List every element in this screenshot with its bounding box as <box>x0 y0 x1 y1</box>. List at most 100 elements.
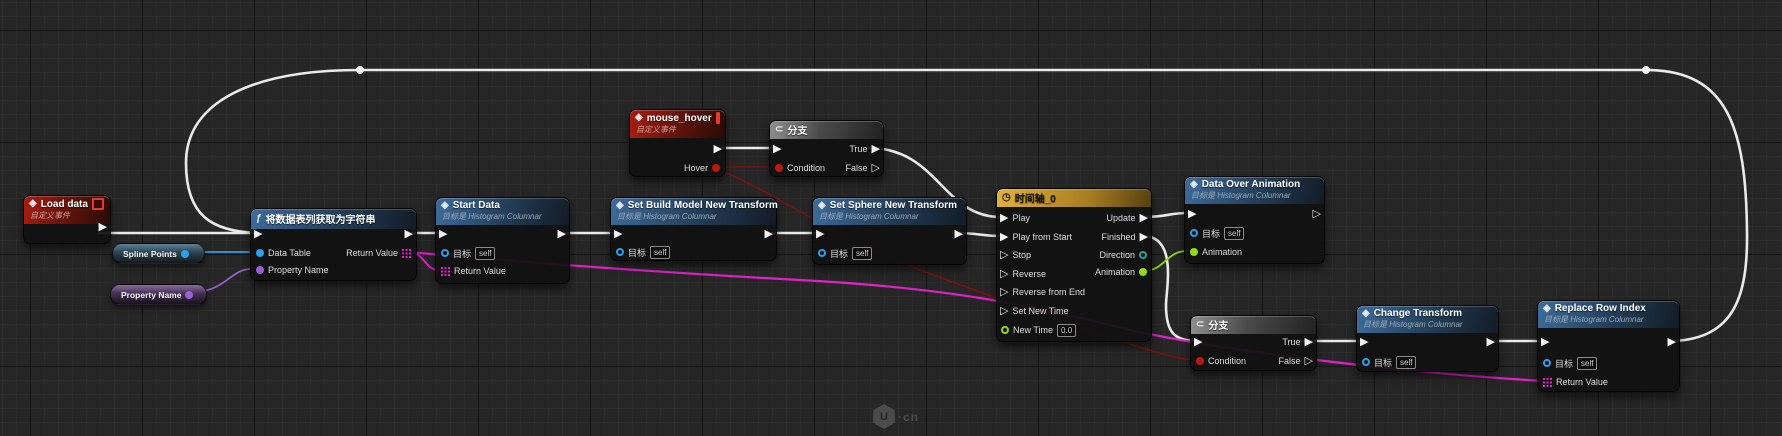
pin-false[interactable]: False ▷ <box>1279 354 1313 368</box>
function-call-icon: ◈ <box>441 199 449 211</box>
target-value-box[interactable]: self <box>1224 226 1245 240</box>
pin-property-name[interactable]: Property Name <box>256 263 329 277</box>
pin-hover[interactable]: Hover <box>684 161 720 175</box>
pin-exec-out[interactable]: ▶ <box>99 220 107 234</box>
node-subtitle: 目标是 Histogram Columnar <box>1544 315 1644 324</box>
pin-return-value[interactable]: Return Value <box>1543 375 1608 389</box>
pin-exec-in[interactable]: ▶ <box>254 227 262 241</box>
pin-true[interactable]: True ▶ <box>849 142 880 156</box>
blueprint-graph-canvas[interactable]: ◈ Load data 自定义事件 ▶ Spline Points Proper… <box>0 0 1782 436</box>
pin-target[interactable]: 目标 self <box>1543 356 1598 370</box>
node-header[interactable]: ◈ mouse_hover 自定义事件 <box>630 110 725 138</box>
target-value-box[interactable]: self <box>1396 355 1417 369</box>
pin-set-new-time[interactable]: ▷ Set New Time <box>1000 304 1069 318</box>
name-pin-icon[interactable] <box>185 290 194 299</box>
pin-return-value[interactable]: Return Value <box>441 264 506 278</box>
target-value-box[interactable]: self <box>475 246 496 260</box>
pin-update[interactable]: Update ▶ <box>1107 211 1149 225</box>
pin-target[interactable]: 目标 self <box>616 245 671 259</box>
reroute-node-right[interactable] <box>1642 66 1650 74</box>
target-value-box[interactable]: self <box>650 245 671 259</box>
exec-pin-icon: ▶ <box>98 220 107 233</box>
event-flag-icon[interactable] <box>715 112 720 124</box>
pin-exec-out[interactable]: ▶ <box>1668 335 1676 349</box>
target-value-box[interactable]: self <box>852 246 873 260</box>
reroute-node-left[interactable] <box>356 66 364 74</box>
node-start-data[interactable]: ◈ Start Data 目标是 Histogram Columnar ▶ ▶ … <box>435 197 570 284</box>
node-load-data-header[interactable]: ◈ Load data 自定义事件 <box>24 196 110 224</box>
node-header[interactable]: ◈ Change Transform 目标是 Histogram Columna… <box>1357 306 1498 333</box>
pin-label: Return Value <box>454 266 506 276</box>
event-flag-icon[interactable] <box>92 198 104 210</box>
pin-label: Stop <box>1012 250 1031 260</box>
pin-exec-out[interactable]: ▶ <box>558 227 566 241</box>
node-header[interactable]: ◷ 时间轴_0 <box>997 189 1151 207</box>
pin-finished[interactable]: Finished ▶ <box>1102 230 1149 244</box>
node-branch-1[interactable]: ⊂ 分支 ▶ Condition True ▶ False ▷ <box>769 120 884 177</box>
pin-data-table[interactable]: Data Table <box>256 246 311 260</box>
pin-exec-out[interactable]: ▶ <box>714 142 722 156</box>
pin-false[interactable]: False ▷ <box>846 161 880 175</box>
node-header[interactable]: ƒ 将数据表列获取为字符串 <box>251 209 416 229</box>
pin-label: Finished <box>1101 232 1136 242</box>
pin-return-value[interactable]: Return Value <box>346 246 411 260</box>
node-header[interactable]: ◈ Set Build Model New Transform 目标是 Hist… <box>611 198 778 225</box>
node-spline-points[interactable]: Spline Points <box>112 243 205 264</box>
node-header[interactable]: ⊂ 分支 <box>770 121 883 139</box>
pin-condition[interactable]: Condition <box>1196 354 1246 368</box>
pin-exec-out[interactable]: ▷ <box>1313 207 1321 221</box>
exec-pin-icon: ▶ <box>254 227 263 240</box>
node-mouse-hover[interactable]: ◈ mouse_hover 自定义事件 ▶ Hover <box>629 109 726 177</box>
pin-condition[interactable]: Condition <box>775 161 825 175</box>
pin-exec-out[interactable]: ▶ <box>1487 335 1495 349</box>
node-property-name[interactable]: Property Name <box>110 284 207 305</box>
pin-exec-in[interactable]: ▶ <box>1541 335 1549 349</box>
node-change-transform[interactable]: ◈ Change Transform 目标是 Histogram Columna… <box>1356 305 1499 372</box>
vector-pin-icon[interactable] <box>180 249 189 258</box>
pin-exec-in[interactable]: ▶ <box>614 227 622 241</box>
new-time-value-box[interactable]: 0.0 <box>1057 323 1077 337</box>
pin-exec-in[interactable]: ▶ <box>439 227 447 241</box>
node-title: Start Data <box>452 200 500 211</box>
node-header[interactable]: ⊂ 分支 <box>1191 316 1316 334</box>
pin-play-from-start[interactable]: ▶ Play from Start <box>1000 230 1072 244</box>
node-load-data[interactable]: ◈ Load data 自定义事件 ▶ <box>23 195 111 244</box>
pin-new-time[interactable]: New Time 0.0 <box>1001 323 1077 337</box>
node-data-over-animation[interactable]: ◈ Data Over Animation 目标是 Histogram Colu… <box>1184 176 1325 264</box>
pin-exec-in[interactable]: ▶ <box>1188 207 1196 221</box>
pin-target[interactable]: 目标 self <box>1362 355 1417 369</box>
pin-exec-in[interactable]: ▶ <box>1360 335 1368 349</box>
pin-reverse-from-end[interactable]: ▷ Reverse from End <box>1000 285 1085 299</box>
pin-label: Property Name <box>268 265 329 275</box>
node-header[interactable]: ◈ Start Data 目标是 Histogram Columnar <box>436 198 569 225</box>
pin-target[interactable]: 目标 self <box>441 246 496 260</box>
node-set-sphere[interactable]: ◈ Set Sphere New Transform 目标是 Histogram… <box>812 197 967 265</box>
pin-direction[interactable]: Direction <box>1099 248 1147 262</box>
target-value-box[interactable]: self <box>1577 356 1598 370</box>
pin-target[interactable]: 目标 self <box>1190 226 1245 240</box>
pin-label: Reverse <box>1012 269 1046 279</box>
node-set-build-model[interactable]: ◈ Set Build Model New Transform 目标是 Hist… <box>610 197 778 261</box>
pin-reverse[interactable]: ▷ Reverse <box>1000 267 1046 281</box>
pin-label: 目标 <box>453 248 472 259</box>
pin-animation-in[interactable]: Animation <box>1190 245 1242 259</box>
pin-exec-in[interactable]: ▶ <box>1194 335 1202 349</box>
node-branch-2[interactable]: ⊂ 分支 ▶ Condition True ▶ False ▷ <box>1190 315 1317 371</box>
pin-stop[interactable]: ▷ Stop <box>1000 248 1031 262</box>
pin-exec-in[interactable]: ▶ <box>773 142 781 156</box>
node-header[interactable]: ◈ Replace Row Index 目标是 Histogram Column… <box>1538 301 1679 328</box>
pin-target[interactable]: 目标 self <box>818 246 873 260</box>
node-get-table-column[interactable]: ƒ 将数据表列获取为字符串 ▶ ▶ Data Table Property Na… <box>250 208 417 281</box>
node-header[interactable]: ◈ Data Over Animation 目标是 Histogram Colu… <box>1185 177 1324 204</box>
node-header[interactable]: ◈ Set Sphere New Transform 目标是 Histogram… <box>813 198 966 225</box>
pin-play[interactable]: ▶ Play <box>1000 211 1030 225</box>
object-pin-icon <box>1190 229 1198 237</box>
node-replace-row-index[interactable]: ◈ Replace Row Index 目标是 Histogram Column… <box>1537 300 1680 392</box>
pin-exec-in[interactable]: ▶ <box>816 227 824 241</box>
node-timeline[interactable]: ◷ 时间轴_0 ▶ Play ▶ Play from Start ▷ Stop ▷ Re… <box>996 188 1152 342</box>
pin-true[interactable]: True ▶ <box>1282 335 1313 349</box>
pin-exec-out[interactable]: ▶ <box>765 227 773 241</box>
pin-exec-out[interactable]: ▶ <box>955 227 963 241</box>
pin-animation-out[interactable]: Animation <box>1095 265 1147 279</box>
pin-exec-out[interactable]: ▶ <box>405 227 413 241</box>
